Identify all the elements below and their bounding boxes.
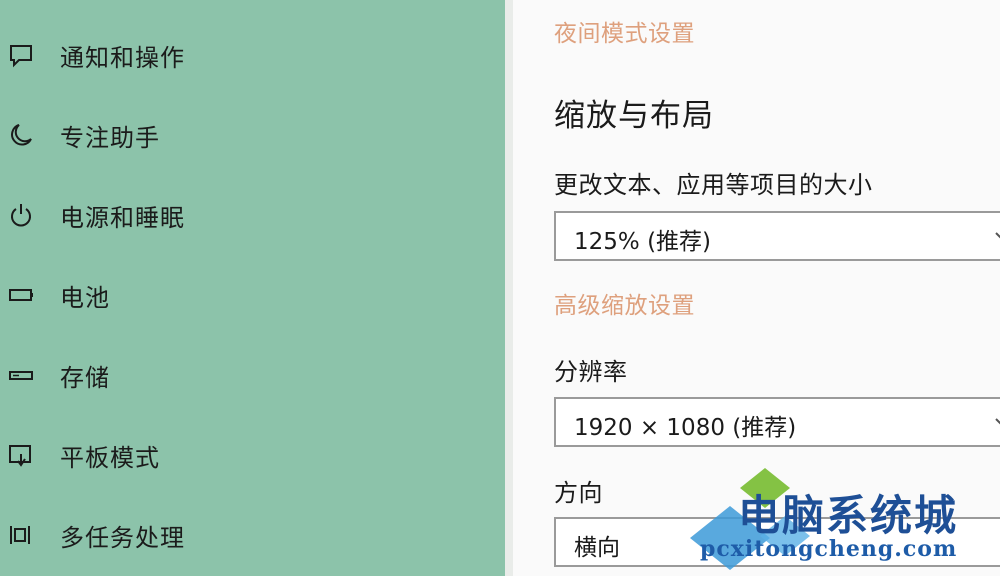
advanced-scaling-link[interactable]: 高级缩放设置	[554, 286, 695, 320]
watermark-url: pcxitongcheng.com	[700, 536, 958, 562]
sidebar-item-label: 专注助手	[60, 124, 160, 152]
scale-value: 125% (推荐)	[574, 229, 712, 255]
watermark-title: 电脑系统城	[738, 491, 959, 540]
sidebar-item-label: 存储	[60, 364, 110, 392]
sidebar-item-label: 多任务处理	[60, 524, 185, 552]
chevron-down-icon	[995, 232, 1000, 239]
storage-icon	[6, 360, 36, 390]
moon-icon	[6, 120, 36, 150]
message-icon	[6, 40, 36, 70]
orientation-label: 方向	[554, 479, 603, 507]
section-title: 缩放与布局	[554, 98, 714, 134]
sidebar-item-label: 平板模式	[60, 444, 160, 472]
scale-dropdown[interactable]: 125% (推荐)	[554, 211, 1000, 261]
resolution-label: 分辨率	[554, 358, 628, 386]
sidebar: 通知和操作 专注助手 电源和睡眠 电池 存储 平板模式 多任务处理	[0, 0, 505, 576]
resolution-value: 1920 × 1080 (推荐)	[574, 415, 797, 441]
sidebar-item-focus-assist[interactable]: 专注助手	[0, 104, 505, 164]
night-mode-settings-link[interactable]: 夜间模式设置	[554, 14, 695, 48]
scale-label: 更改文本、应用等项目的大小	[554, 171, 873, 199]
sidebar-item-label: 通知和操作	[60, 44, 185, 72]
sidebar-item-notifications[interactable]: 通知和操作	[0, 24, 505, 84]
sidebar-item-power-sleep[interactable]: 电源和睡眠	[0, 184, 505, 244]
sidebar-item-label: 电源和睡眠	[60, 204, 185, 232]
tablet-mode-icon	[6, 440, 36, 470]
chevron-down-icon	[995, 418, 1000, 425]
multitasking-icon	[6, 520, 36, 550]
sidebar-item-battery[interactable]: 电池	[0, 264, 505, 324]
sidebar-item-storage[interactable]: 存储	[0, 344, 505, 404]
orientation-value: 横向	[574, 535, 620, 561]
sidebar-item-multitasking[interactable]: 多任务处理	[0, 504, 505, 564]
sidebar-item-tablet-mode[interactable]: 平板模式	[0, 424, 505, 484]
battery-icon	[6, 280, 36, 310]
sidebar-item-label: 电池	[60, 284, 110, 312]
power-icon	[6, 200, 36, 230]
pane-divider	[505, 0, 513, 576]
resolution-dropdown[interactable]: 1920 × 1080 (推荐)	[554, 397, 1000, 447]
